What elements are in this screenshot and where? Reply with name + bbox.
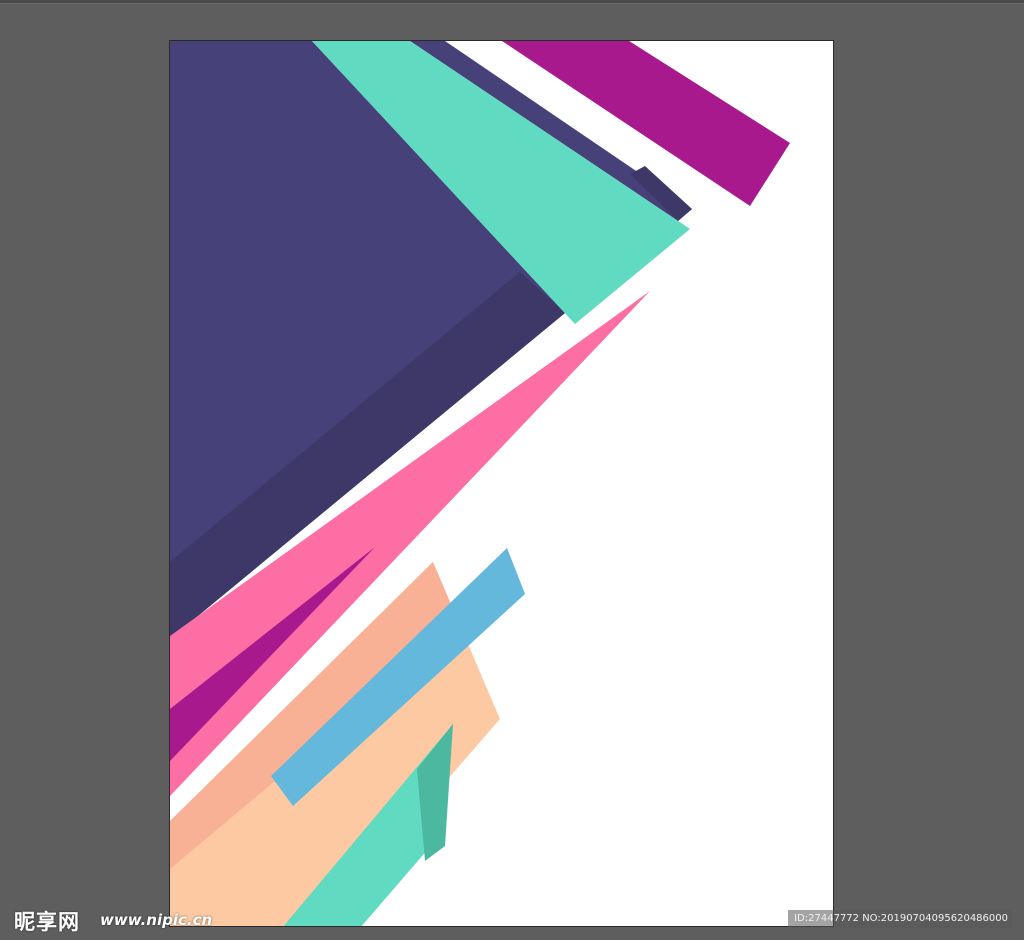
artboard-canvas[interactable] xyxy=(169,40,834,927)
watermark-logo: 昵享网 xyxy=(14,910,80,934)
watermark-id: ID:27447772 NO:20190704095620486000 xyxy=(788,910,1012,928)
window-top-bar xyxy=(0,0,1024,4)
watermark-url: www.nipic.cn xyxy=(100,911,213,929)
poster-artwork xyxy=(170,41,790,926)
